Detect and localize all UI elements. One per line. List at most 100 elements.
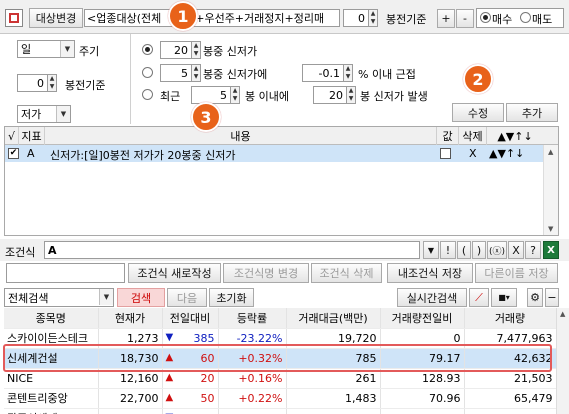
condition-row[interactable]: ✔ A 신저가:[일]0봉전 저가가 20봉중 신저가 X ▲▼↑↓ (5, 145, 543, 162)
condition-row-checkbox[interactable]: ✔ (8, 148, 19, 159)
toolbar-bong-input[interactable]: 0 (343, 9, 369, 27)
sell-radio[interactable] (520, 12, 531, 23)
rename-condition-button[interactable]: 조건식명 변경 (223, 263, 309, 283)
formula-label: 조건식 (5, 246, 36, 259)
next-button[interactable]: 다음 (167, 288, 207, 307)
formula-help-button[interactable]: ? (525, 241, 541, 259)
new-condition-button[interactable]: 조건식 새로작성 (128, 263, 221, 283)
reset-button[interactable]: 초기화 (209, 288, 254, 307)
excel-icon[interactable]: X (543, 241, 559, 259)
formula-not-button[interactable]: ! (440, 241, 456, 259)
stock-amount: 1,483 (286, 388, 381, 409)
period-select[interactable]: 일 ▼ (17, 40, 75, 58)
row2-pct-stepper[interactable]: ▲ ▼ (344, 64, 353, 82)
left-bong-input[interactable]: 0 (17, 74, 48, 92)
condition-table-header: √ 지표 내용 값 삭제 ▲▼↑↓ (5, 127, 558, 145)
condition-row-value-checkbox[interactable] (440, 148, 451, 159)
target-change-button[interactable]: 대상변경 (29, 8, 83, 28)
target-condition-text: <업종대상(전체 (87, 12, 162, 25)
menu-icon[interactable]: ■▾ (491, 288, 517, 307)
toolbar-bong-stepper[interactable]: ▲ ▼ (369, 9, 378, 27)
target-condition-field[interactable]: <업종대상(전체 +우선주+거래정지+정리매 (84, 9, 340, 27)
annotation-badge-1: 1 (168, 1, 198, 31)
row1-stepper[interactable]: ▲ ▼ (192, 41, 201, 59)
header-price: 현재가 (98, 308, 163, 329)
row2-text: 봉중 신저가에 (203, 68, 268, 81)
realtime-search-button[interactable]: 실시간검색 (397, 288, 467, 307)
row3-num-input[interactable]: 5 (191, 86, 231, 104)
header-change: 전일대비 (162, 308, 219, 329)
formula-input[interactable]: A (44, 241, 420, 259)
col-delete: 삭제 (459, 127, 487, 145)
row2-pct-text: % 이내 근접 (358, 68, 416, 81)
save-as-button[interactable]: 다른이름 저장 (475, 263, 558, 283)
row3-num2-stepper[interactable]: ▲ ▼ (347, 86, 356, 104)
stock-name: 광주신세계 (4, 408, 99, 414)
minus-button[interactable]: - (456, 9, 474, 28)
stock-price: 33,450 (98, 408, 163, 414)
formula-close-paren-button[interactable]: ) (472, 241, 486, 259)
toolbar-icon[interactable] (5, 9, 23, 27)
formula-group-button[interactable]: (ⓧ) (487, 241, 507, 259)
search-scope-select[interactable]: 전체검색 ▼ (4, 288, 114, 307)
toolbar-bong-label: 봉전기준 (386, 13, 427, 26)
stock-volume: 6,448 (464, 408, 557, 414)
formula-open-paren-button[interactable]: ( (457, 241, 471, 259)
condition-name-input[interactable] (6, 263, 125, 283)
chart-icon[interactable]: ⟋ (469, 288, 489, 307)
col-arrows: ▲▼↑↓ (497, 129, 533, 143)
search-button[interactable]: 검색 (117, 288, 165, 307)
down-triangle-icon: ▼ (165, 331, 174, 343)
row1-num-input[interactable]: 20 (160, 41, 192, 59)
row3-stepper[interactable]: ▲ ▼ (231, 86, 240, 104)
selected-row-highlight (3, 344, 552, 372)
row2-stepper[interactable]: ▲ ▼ (192, 64, 201, 82)
minus-icon[interactable]: − (545, 288, 559, 307)
gear-icon[interactable]: ⚙ (527, 288, 543, 307)
condition-row-delete[interactable]: X (469, 147, 477, 160)
row1-text: 봉중 신저가 (203, 45, 258, 58)
condition-row-index: A (27, 147, 35, 160)
condition-row-arrows[interactable]: ▲▼↑↓ (489, 147, 524, 160)
edit-button[interactable]: 수정 (452, 103, 504, 122)
condition-radio-3[interactable] (142, 89, 153, 100)
row3-num2-input[interactable]: 20 (313, 86, 347, 104)
condition-table: √ 지표 내용 값 삭제 ▲▼↑↓ ✔ A 신저가:[일]0봉전 저가가 20봉… (4, 126, 559, 236)
chevron-down-icon: ▼ (99, 289, 113, 305)
up-triangle-icon: ▲ (165, 371, 174, 383)
formula-clear-button[interactable]: X (508, 241, 524, 259)
annotation-badge-3: 3 (191, 102, 221, 132)
condition-radio-1[interactable] (142, 44, 153, 55)
price-value: 저가 (21, 108, 42, 121)
price-select[interactable]: 저가 ▼ (17, 105, 71, 123)
header-ratio: 거래량전일비 (380, 308, 465, 329)
plus-button[interactable]: + (437, 9, 455, 28)
condition-table-scrollbar[interactable]: ▲ ▼ (543, 145, 558, 235)
row2-pct-input[interactable]: -0.1 (302, 64, 344, 82)
left-bong-stepper[interactable]: ▲ ▼ (48, 74, 57, 92)
buy-radio[interactable] (480, 12, 491, 23)
vertical-divider (130, 34, 131, 124)
annotation-badge-2: 2 (463, 64, 493, 94)
delete-condition-button[interactable]: 조건식 삭제 (311, 263, 382, 283)
add-button[interactable]: 추가 (506, 103, 558, 122)
results-scrollbar[interactable]: ▲ (556, 308, 569, 414)
row3-prefix: 최근 (160, 90, 181, 103)
table-row[interactable]: 광주신세계33,450▼150-0.45%21573.406,448 (4, 408, 557, 414)
stock-change-cell: ▲ 50 (162, 388, 219, 409)
condition-radio-2[interactable] (142, 67, 153, 78)
row2-num-input[interactable]: 5 (160, 64, 192, 82)
table-row[interactable]: 콘텐트리중앙 22,700 ▲ 50 +0.22% 1,483 70.96 65,479 (4, 388, 557, 409)
buy-label: 매수 (492, 13, 513, 26)
period-label: 주기 (79, 45, 100, 58)
stock-price: 22,700 (98, 388, 163, 409)
formula-value: A (48, 243, 57, 257)
stock-change: 20 (200, 371, 215, 385)
header-rate: 등락률 (218, 308, 287, 329)
header-amount: 거래대금(백만) (286, 308, 381, 329)
stock-change: 50 (200, 391, 215, 405)
formula-dropdown-button[interactable]: ▼ (423, 241, 439, 259)
col-check: √ (5, 127, 19, 145)
save-condition-button[interactable]: 내조건식 저장 (387, 263, 473, 283)
sell-label: 매도 (532, 13, 553, 26)
